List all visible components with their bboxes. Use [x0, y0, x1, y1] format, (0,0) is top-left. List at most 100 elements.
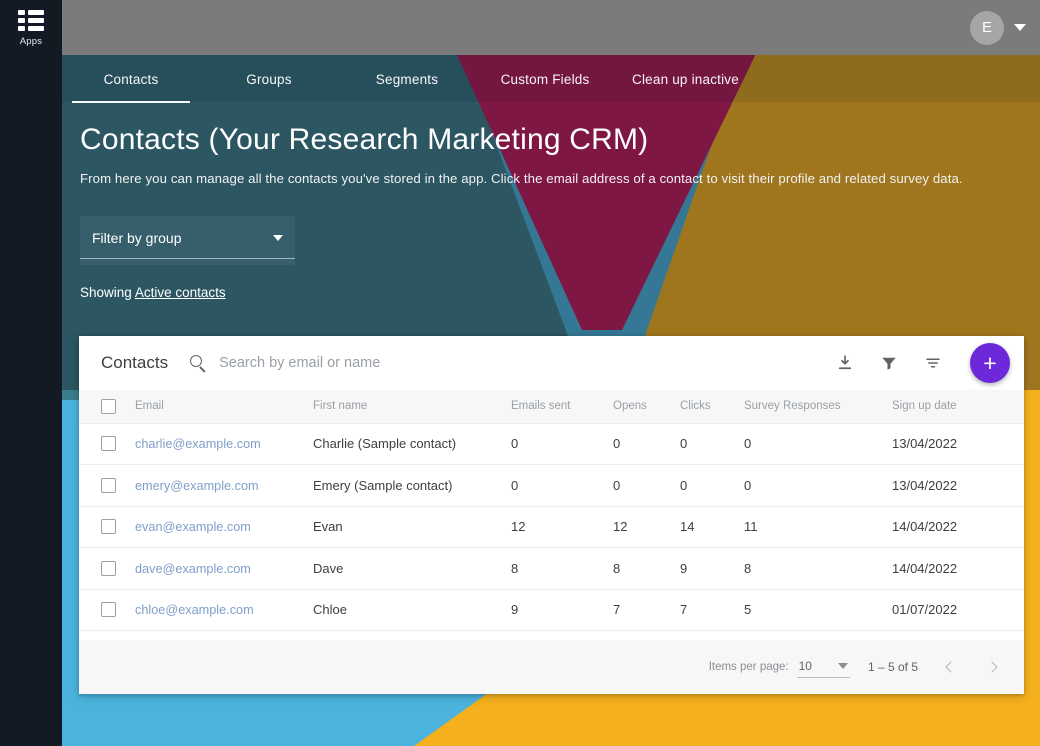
cell-clicks: 0: [676, 423, 740, 465]
filter-by-group-label: Filter by group: [92, 230, 181, 246]
download-icon[interactable]: [834, 352, 856, 374]
cell-first-name: Dave: [309, 548, 507, 590]
items-per-page-group: Items per page: 10: [709, 657, 850, 678]
tab-segments-label: Segments: [376, 72, 438, 87]
row-checkbox[interactable]: [101, 519, 116, 534]
cell-first-name: Charlie (Sample contact): [309, 423, 507, 465]
cell-opens: 0: [609, 423, 676, 465]
column-header-sign-up-date[interactable]: Sign up date: [888, 390, 1024, 423]
cell-sign-up-date: 14/04/2022: [888, 506, 1024, 548]
next-page-button[interactable]: [980, 654, 1006, 680]
cell-first-name: Emery (Sample contact): [309, 465, 507, 507]
cell-email: evan@example.com: [131, 506, 309, 548]
tab-segments[interactable]: Segments: [338, 55, 476, 103]
select-all-header: [79, 390, 131, 423]
column-header-email[interactable]: Email: [131, 390, 309, 423]
filter-by-group-select[interactable]: Filter by group: [80, 216, 295, 265]
tab-contacts[interactable]: Contacts: [62, 55, 200, 103]
chevron-down-icon: [273, 235, 283, 241]
email-link[interactable]: dave@example.com: [135, 562, 251, 576]
cell-clicks: 7: [676, 589, 740, 631]
column-header-emails-sent[interactable]: Emails sent: [507, 390, 609, 423]
cell-clicks: 9: [676, 548, 740, 590]
email-link[interactable]: evan@example.com: [135, 520, 251, 534]
previous-page-button[interactable]: [936, 654, 962, 680]
table-row[interactable]: charlie@example.com Charlie (Sample cont…: [79, 423, 1024, 465]
table-row[interactable]: dave@example.com Dave 8 8 9 8 14/04/2022: [79, 548, 1024, 590]
cell-first-name: Evan: [309, 506, 507, 548]
tab-clean-up-inactive-label: Clean up inactive: [632, 72, 739, 87]
select-all-checkbox[interactable]: [101, 399, 116, 414]
table-row[interactable]: chloe@example.com Chloe 9 7 7 5 01/07/20…: [79, 589, 1024, 631]
row-checkbox[interactable]: [101, 602, 116, 617]
cell-email: dave@example.com: [131, 548, 309, 590]
tab-clean-up-inactive[interactable]: Clean up inactive: [614, 55, 757, 103]
table-header-row: Email First name Emails sent Opens Click…: [79, 390, 1024, 423]
contacts-table-container: Email First name Emails sent Opens Click…: [79, 390, 1024, 640]
email-link[interactable]: charlie@example.com: [135, 437, 261, 451]
email-link[interactable]: chloe@example.com: [135, 603, 254, 617]
top-bar: E: [62, 0, 1040, 55]
chevron-down-icon[interactable]: [1014, 24, 1026, 31]
apps-grid-icon: [18, 10, 44, 32]
avatar[interactable]: E: [970, 11, 1004, 45]
items-per-page-value: 10: [799, 659, 812, 673]
search-input[interactable]: [219, 355, 559, 371]
hero-section: Contacts (Your Research Marketing CRM) F…: [62, 103, 1040, 300]
tab-groups[interactable]: Groups: [200, 55, 338, 103]
pagination-range-label: 1 – 5 of 5: [868, 660, 918, 674]
row-select-cell: [79, 465, 131, 507]
search-zone: [190, 355, 834, 372]
row-checkbox[interactable]: [101, 561, 116, 576]
column-header-survey-responses[interactable]: Survey Responses: [740, 390, 888, 423]
row-select-cell: [79, 589, 131, 631]
cell-opens: 7: [609, 589, 676, 631]
table-row[interactable]: emery@example.com Emery (Sample contact)…: [79, 465, 1024, 507]
cell-email: emery@example.com: [131, 465, 309, 507]
filter-underline: [80, 258, 295, 259]
tab-bar: Contacts Groups Segments Custom Fields C…: [62, 55, 1040, 103]
cell-sign-up-date: 13/04/2022: [888, 423, 1024, 465]
left-rail: Apps: [0, 0, 62, 746]
cell-sign-up-date: 13/04/2022: [888, 465, 1024, 507]
cell-survey-responses: 0: [740, 423, 888, 465]
column-header-first-name[interactable]: First name: [309, 390, 507, 423]
row-select-cell: [79, 423, 131, 465]
card-title: Contacts: [101, 353, 168, 373]
apps-launcher-button[interactable]: Apps: [0, 10, 62, 47]
filter-list-icon[interactable]: [922, 352, 944, 374]
row-select-cell: [79, 506, 131, 548]
cell-email: charlie@example.com: [131, 423, 309, 465]
column-header-opens[interactable]: Opens: [609, 390, 676, 423]
row-checkbox[interactable]: [101, 478, 116, 493]
cell-survey-responses: 11: [740, 506, 888, 548]
search-icon: [190, 355, 207, 372]
cell-survey-responses: 8: [740, 548, 888, 590]
cell-survey-responses: 0: [740, 465, 888, 507]
table-head: Email First name Emails sent Opens Click…: [79, 390, 1024, 423]
cell-clicks: 14: [676, 506, 740, 548]
cell-survey-responses: 5: [740, 589, 888, 631]
filter-funnel-icon[interactable]: [878, 352, 900, 374]
row-checkbox[interactable]: [101, 436, 116, 451]
table-body: charlie@example.com Charlie (Sample cont…: [79, 423, 1024, 631]
cell-emails-sent: 9: [507, 589, 609, 631]
tab-custom-fields[interactable]: Custom Fields: [476, 55, 614, 103]
items-per-page-select[interactable]: 10: [797, 657, 850, 678]
tab-custom-fields-label: Custom Fields: [501, 72, 590, 87]
plus-icon: +: [983, 353, 996, 373]
table-row[interactable]: evan@example.com Evan 12 12 14 11 14/04/…: [79, 506, 1024, 548]
paginator: Items per page: 10 1 – 5 of 5: [79, 640, 1024, 694]
cell-first-name: Chloe: [309, 589, 507, 631]
email-link[interactable]: emery@example.com: [135, 479, 259, 493]
add-contact-button[interactable]: +: [970, 343, 1010, 383]
contacts-table: Email First name Emails sent Opens Click…: [79, 390, 1024, 631]
showing-active-contacts-link[interactable]: Active contacts: [135, 285, 226, 300]
contacts-card: Contacts: [79, 336, 1024, 694]
cell-emails-sent: 12: [507, 506, 609, 548]
chevron-right-icon: [986, 661, 997, 672]
cell-opens: 0: [609, 465, 676, 507]
app-root: Apps E Contacts Groups Segments Custom F…: [0, 0, 1040, 746]
row-select-cell: [79, 548, 131, 590]
column-header-clicks[interactable]: Clicks: [676, 390, 740, 423]
